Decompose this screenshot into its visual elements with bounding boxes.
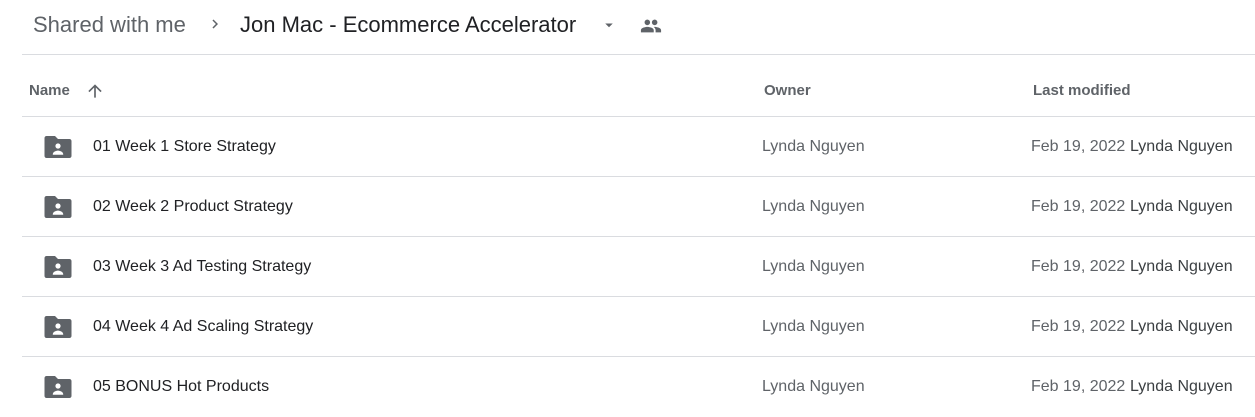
- file-name: 01 Week 1 Store Strategy: [93, 138, 276, 155]
- file-name: 05 BONUS Hot Products: [93, 378, 270, 395]
- shared-folder-icon: [44, 256, 72, 278]
- shared-folder-icon: [44, 316, 72, 338]
- file-owner: Lynda Nguyen: [762, 258, 865, 275]
- shared-folder-icon: [44, 376, 72, 398]
- file-owner: Lynda Nguyen: [762, 378, 865, 395]
- modified-by: Lynda Nguyen: [1130, 378, 1233, 395]
- file-owner: Lynda Nguyen: [762, 318, 865, 335]
- modified-date: Feb 19, 2022: [1031, 318, 1126, 335]
- modified-by: Lynda Nguyen: [1130, 318, 1233, 335]
- table-header: Name Owner Last modified: [22, 55, 1255, 117]
- modified-date: Feb 19, 2022: [1031, 138, 1126, 155]
- table-row[interactable]: 03 Week 3 Ad Testing Strategy Lynda Nguy…: [22, 237, 1255, 297]
- file-name: 04 Week 4 Ad Scaling Strategy: [93, 318, 314, 335]
- modified-by: Lynda Nguyen: [1130, 258, 1233, 275]
- shared-folder-icon: [44, 136, 72, 158]
- arrow-up-icon[interactable]: [85, 81, 105, 101]
- people-icon[interactable]: [639, 15, 663, 37]
- modified-by: Lynda Nguyen: [1130, 198, 1233, 215]
- caret-down-icon[interactable]: [599, 16, 619, 34]
- breadcrumb-current-folder[interactable]: Jon Mac - Ecommerce Accelerator: [240, 12, 576, 38]
- breadcrumb-shared-with-me[interactable]: Shared with me: [33, 12, 186, 38]
- breadcrumb: Shared with me Jon Mac - Ecommerce Accel…: [0, 0, 1255, 54]
- column-header-owner: Owner: [764, 82, 811, 99]
- column-header-name[interactable]: Name: [29, 82, 70, 100]
- file-name: 02 Week 2 Product Strategy: [93, 198, 293, 215]
- table-row[interactable]: 02 Week 2 Product Strategy Lynda Nguyen …: [22, 177, 1255, 237]
- shared-folder-icon: [44, 196, 72, 218]
- table-row[interactable]: 05 BONUS Hot Products Lynda Nguyen Feb 1…: [22, 357, 1255, 417]
- column-header-last-modified[interactable]: Last modified: [1033, 82, 1131, 100]
- file-owner: Lynda Nguyen: [762, 138, 865, 155]
- file-list: 01 Week 1 Store Strategy Lynda Nguyen Fe…: [22, 117, 1255, 417]
- table-row[interactable]: 01 Week 1 Store Strategy Lynda Nguyen Fe…: [22, 117, 1255, 177]
- modified-date: Feb 19, 2022: [1031, 258, 1126, 275]
- chevron-right-icon: [212, 19, 218, 29]
- file-name: 03 Week 3 Ad Testing Strategy: [93, 258, 312, 275]
- modified-date: Feb 19, 2022: [1031, 378, 1126, 395]
- file-owner: Lynda Nguyen: [762, 198, 865, 215]
- table-row[interactable]: 04 Week 4 Ad Scaling Strategy Lynda Nguy…: [22, 297, 1255, 357]
- modified-date: Feb 19, 2022: [1031, 198, 1126, 215]
- modified-by: Lynda Nguyen: [1130, 138, 1233, 155]
